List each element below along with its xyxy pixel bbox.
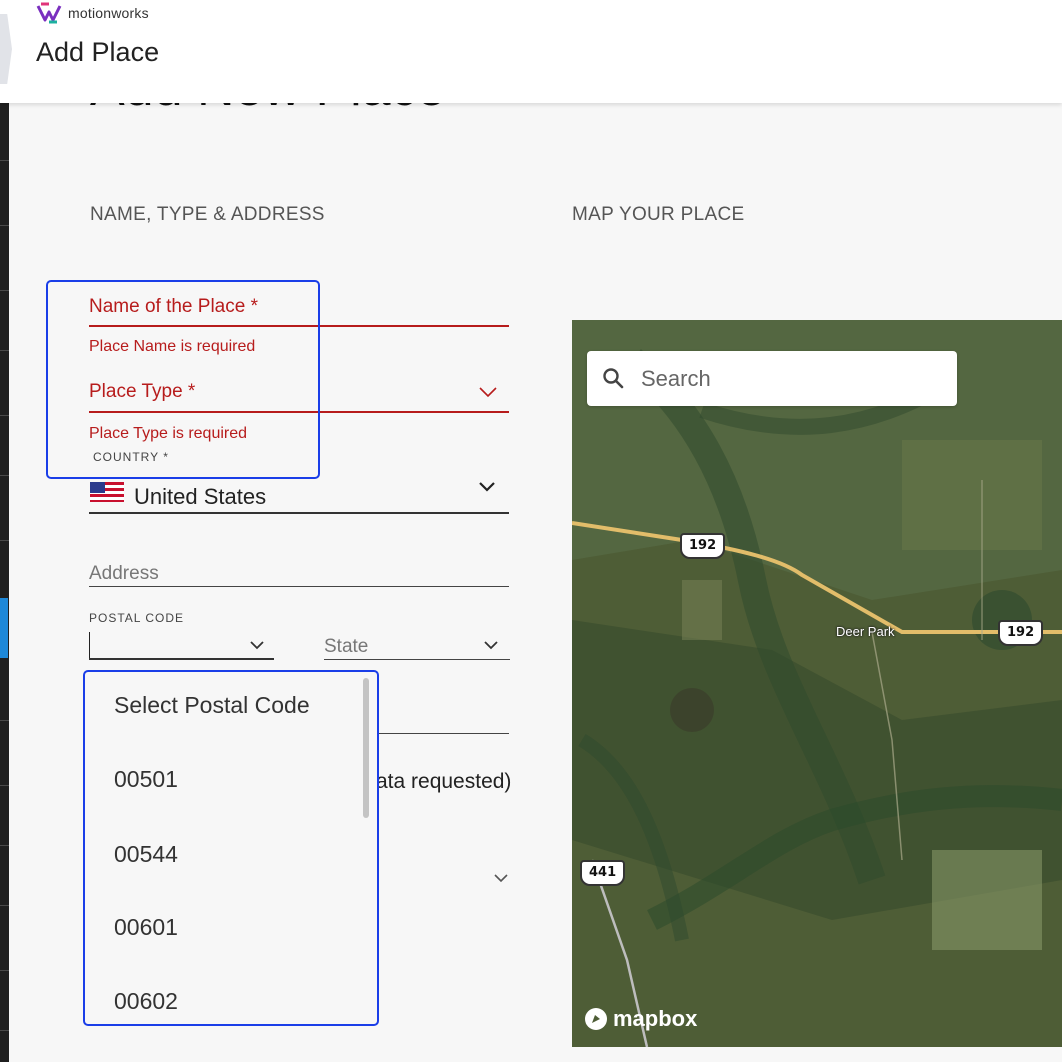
app-header: motionworks Add Place <box>0 0 1062 103</box>
brand-name: motionworks <box>68 5 149 21</box>
rail-divider <box>0 845 9 846</box>
map-search-box[interactable] <box>587 351 957 406</box>
mapbox-wordmark: mapbox <box>613 1006 698 1031</box>
country-underline[interactable] <box>89 512 509 514</box>
address-underline[interactable] <box>89 586 509 587</box>
rail-divider <box>0 540 9 541</box>
rail-divider <box>0 1030 9 1031</box>
rail-divider <box>0 160 9 161</box>
state-field-label[interactable]: State <box>324 636 368 658</box>
map-search-input[interactable] <box>639 361 943 397</box>
dropdown-highlight-box <box>83 670 379 1026</box>
country-chevron-icon[interactable] <box>477 480 497 494</box>
rail-divider <box>0 785 9 786</box>
postal-chevron-icon[interactable] <box>248 640 266 652</box>
obscured-field-underline[interactable] <box>376 733 509 734</box>
rail-divider <box>0 970 9 971</box>
back-chevron-icon[interactable] <box>0 14 12 84</box>
motionworks-logo-icon <box>36 2 62 24</box>
postal-code-select[interactable] <box>88 630 274 660</box>
country-select-value[interactable]: United States <box>134 484 266 510</box>
rail-divider <box>0 350 9 351</box>
country-label: COUNTRY * <box>93 450 169 464</box>
section-label-name-type-address: NAME, TYPE & ADDRESS <box>90 204 325 225</box>
place-type-chevron-icon[interactable] <box>478 385 498 399</box>
state-underline[interactable] <box>324 659 510 660</box>
us-flag-icon <box>90 482 124 502</box>
text-cursor <box>89 632 90 659</box>
section-label-map: MAP YOUR PLACE <box>572 204 745 225</box>
left-nav-rail <box>0 0 9 1062</box>
mapbox-logo-icon <box>585 1008 607 1030</box>
rail-divider <box>0 415 9 416</box>
road-shield-192-east: 192 <box>998 620 1044 646</box>
road-shield-441: 441 <box>580 860 626 886</box>
obscured-select-chevron-icon[interactable] <box>492 873 510 885</box>
page-title: Add Place <box>36 37 160 67</box>
address-field-label[interactable]: Address <box>89 563 159 585</box>
satellite-terrain <box>572 320 1062 1047</box>
rail-divider <box>0 720 9 721</box>
rail-active-item[interactable] <box>0 598 8 658</box>
rail-divider <box>0 905 9 906</box>
road-shield-192: 192 <box>680 533 726 559</box>
rail-divider <box>0 475 9 476</box>
validation-highlight-box <box>46 280 320 479</box>
rail-divider <box>0 290 9 291</box>
postal-code-underline <box>89 658 274 660</box>
postal-code-label: POSTAL CODE <box>89 611 185 625</box>
brand-logo[interactable]: motionworks <box>36 1 149 25</box>
partial-hint-text: ata requested) <box>376 770 512 793</box>
state-chevron-icon[interactable] <box>482 640 500 652</box>
search-icon <box>603 368 624 389</box>
map-place-label: Deer Park <box>836 624 895 639</box>
map-view[interactable]: 192 192 441 Deer Park mapbox <box>572 320 1062 1047</box>
rail-divider <box>0 225 9 226</box>
mapbox-attribution[interactable]: mapbox <box>584 1006 697 1032</box>
